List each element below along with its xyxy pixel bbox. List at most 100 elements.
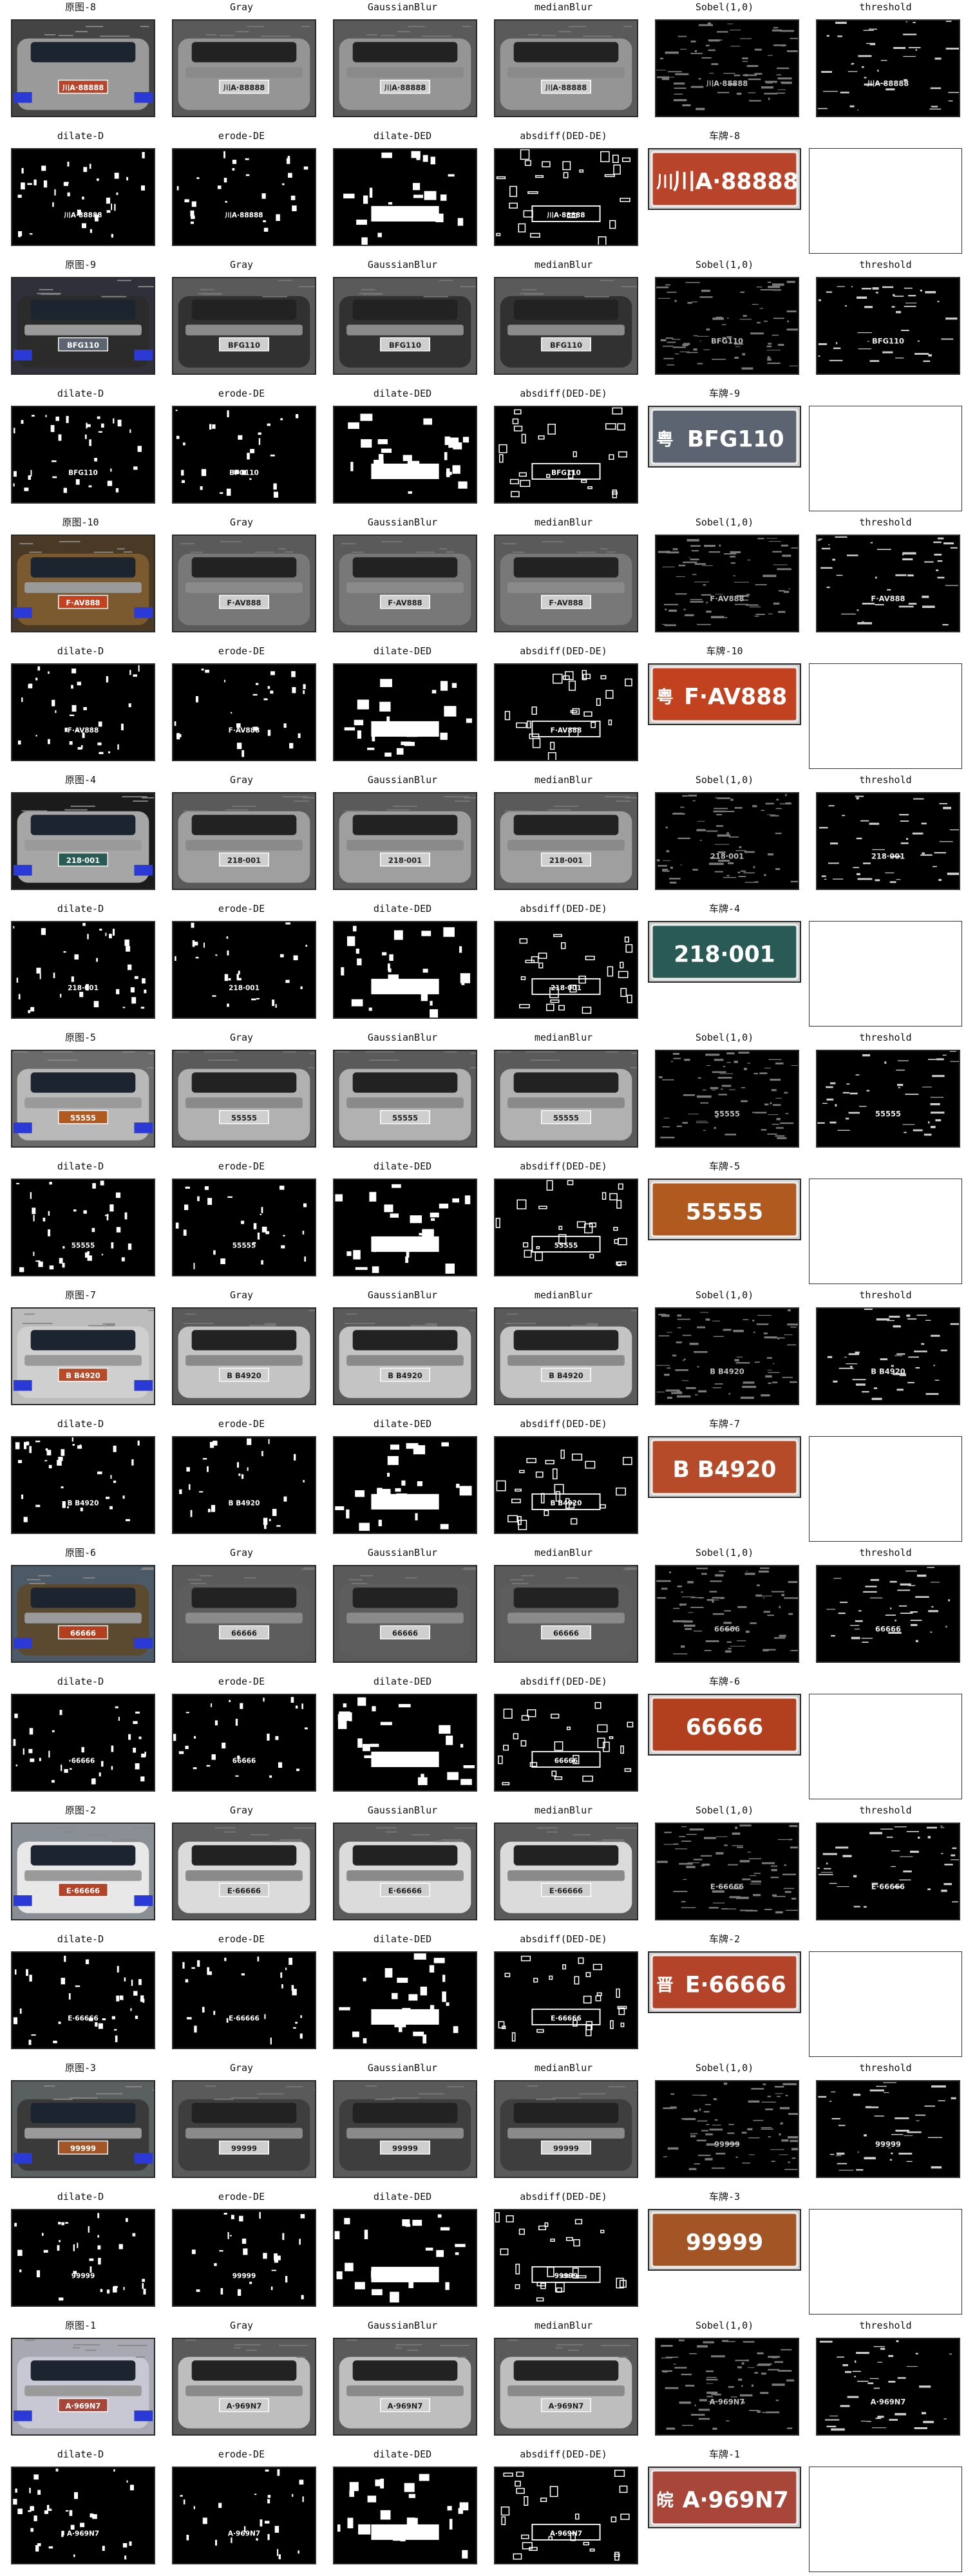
panel-title: GaussianBlur: [367, 1289, 438, 1301]
panel-cell: threshold B B4920: [805, 1288, 966, 1417]
image-panel: 66666: [11, 1694, 155, 1792]
panel-cell: 车牌-4 218·001: [644, 902, 805, 1030]
panel-cell: medianBlur 99999: [483, 2061, 644, 2190]
image-panel: 99999: [172, 2080, 316, 2178]
panel-title: 车牌-10: [706, 645, 743, 657]
panel-title: dilate-DED: [373, 903, 432, 914]
image-panel: 川A·88888: [494, 19, 638, 117]
panel-title: Gray: [229, 259, 254, 270]
svg-text:55555: 55555: [71, 1242, 95, 1250]
image-panel: 218·001: [172, 921, 316, 1019]
panel-title: GaussianBlur: [367, 516, 438, 528]
image-panel: A·969N7: [655, 2338, 799, 2436]
panel-cell: GaussianBlur E·66666: [322, 1803, 483, 1932]
panel-cell: dilate-DED: [322, 1674, 483, 1803]
panel-cell: 车牌-6: [805, 1674, 966, 1803]
image-panel: 99999: [655, 2080, 799, 2178]
svg-text:55555: 55555: [714, 1110, 740, 1119]
panel-cell: GaussianBlur A·969N7: [322, 2318, 483, 2447]
image-panel: 川A·88888: [655, 19, 799, 117]
svg-text:218·001: 218·001: [68, 985, 99, 992]
image-grid: 原图-8 川A·88888 Gray 川A·88888 GaussianBlur 川A·8…: [0, 0, 966, 2576]
panel-title: absdiff(DED-DE): [520, 645, 607, 657]
image-panel: 218·001: [494, 921, 638, 1019]
svg-text:E·66666: E·66666: [685, 1972, 786, 1998]
panel-title: 原图-7: [64, 1289, 97, 1301]
panel-title: absdiff(DED-DE): [520, 2448, 607, 2460]
panel-title: Sobel(1,0): [695, 1547, 754, 1558]
image-panel: B B4920: [648, 1436, 801, 1498]
panel-cell: threshold 218·001: [805, 773, 966, 902]
svg-text:66666: 66666: [392, 1629, 418, 1638]
image-panel: BFG110: [11, 277, 155, 375]
panel-cell: 车牌-4: [805, 902, 966, 1030]
image-panel: 66666: [172, 1565, 316, 1663]
panel-title: erode-DE: [218, 1933, 265, 1945]
panel-cell: dilate-D 川A·88888: [0, 129, 161, 258]
panel-cell: 原图-8 川A·88888: [0, 0, 161, 129]
panel-cell: Gray 218·001: [161, 773, 322, 902]
panel-cell: 车牌-10 粤 F·AV888: [644, 644, 805, 773]
svg-text:66666: 66666: [714, 1625, 740, 1634]
image-panel: 川A·88888: [494, 148, 638, 246]
svg-text:A·969N7: A·969N7: [67, 2530, 99, 2538]
panel-cell: 车牌-9: [805, 386, 966, 515]
svg-text:粤: 粤: [656, 687, 673, 707]
image-panel: E·66666: [494, 1823, 638, 1920]
svg-text:218·001: 218·001: [549, 857, 583, 865]
panel-cell: absdiff(DED-DE) 66666: [483, 1674, 644, 1803]
svg-text:99999: 99999: [686, 2230, 763, 2255]
image-panel: 皖 A·969N7: [648, 2467, 801, 2528]
panel-title: dilate-DED: [373, 645, 432, 657]
svg-text:F·AV888: F·AV888: [388, 599, 422, 607]
panel-cell: Sobel(1,0) 川A·88888: [644, 0, 805, 129]
panel-cell: Gray 55555: [161, 1030, 322, 1159]
svg-text:B B4920: B B4920: [710, 1368, 744, 1376]
image-panel: BFG110: [172, 406, 316, 504]
image-panel: A·969N7: [333, 2338, 477, 2436]
image-panel: [333, 2467, 477, 2564]
panel-cell: erode-DE E·66666: [161, 1932, 322, 2061]
image-panel: F·AV888: [816, 535, 960, 632]
panel-title: absdiff(DED-DE): [520, 1933, 607, 1945]
panel-title: GaussianBlur: [367, 259, 438, 270]
svg-text:A·969N7: A·969N7: [388, 2402, 423, 2410]
panel-title: 车牌-3: [708, 2191, 741, 2202]
image-panel: 55555: [494, 1050, 638, 1148]
panel-title: medianBlur: [534, 2062, 593, 2074]
svg-text:川: 川: [656, 172, 673, 192]
image-panel: 55555: [648, 1179, 801, 1240]
svg-text:55555: 55555: [553, 1114, 579, 1122]
svg-text:F·AV888: F·AV888: [68, 727, 99, 735]
panel-title: absdiff(DED-DE): [520, 130, 607, 142]
panel-cell: medianBlur B B4920: [483, 1288, 644, 1417]
panel-title: GaussianBlur: [367, 1804, 438, 1816]
panel-title: dilate-D: [57, 1160, 104, 1172]
panel-title: GaussianBlur: [367, 1032, 438, 1043]
panel-cell: 原图-1 A·969N7: [0, 2318, 161, 2447]
panel-title: dilate-DED: [373, 388, 432, 399]
panel-title: 车牌-6: [708, 1676, 741, 1687]
panel-cell: medianBlur BFG110: [483, 258, 644, 386]
image-panel: 川A·88888: [11, 19, 155, 117]
svg-text:B B4920: B B4920: [388, 1372, 422, 1380]
panel-title: dilate-D: [57, 2448, 104, 2460]
panel-cell: threshold A·969N7: [805, 2318, 966, 2447]
image-panel: 55555: [494, 1179, 638, 1276]
image-panel: [333, 1436, 477, 1534]
svg-text:66666: 66666: [553, 1629, 579, 1638]
panel-cell: dilate-DED: [322, 2447, 483, 2576]
panel-cell: dilate-D 99999: [0, 2190, 161, 2318]
svg-text:E·66666: E·66666: [388, 1887, 422, 1895]
image-panel: BFG110: [172, 277, 316, 375]
panel-title: 原图-10: [62, 516, 99, 528]
panel-cell: erode-DE 66666: [161, 1674, 322, 1803]
svg-text:99999: 99999: [70, 2145, 96, 2153]
panel-cell: dilate-DED: [322, 644, 483, 773]
image-panel: B B4920: [172, 1307, 316, 1405]
image-panel: A·969N7: [11, 2338, 155, 2436]
panel-cell: 车牌-5: [805, 1159, 966, 1288]
svg-text:66666: 66666: [232, 1757, 256, 1765]
panel-cell: absdiff(DED-DE) 218·001: [483, 902, 644, 1030]
svg-text:BFG110: BFG110: [229, 469, 259, 477]
